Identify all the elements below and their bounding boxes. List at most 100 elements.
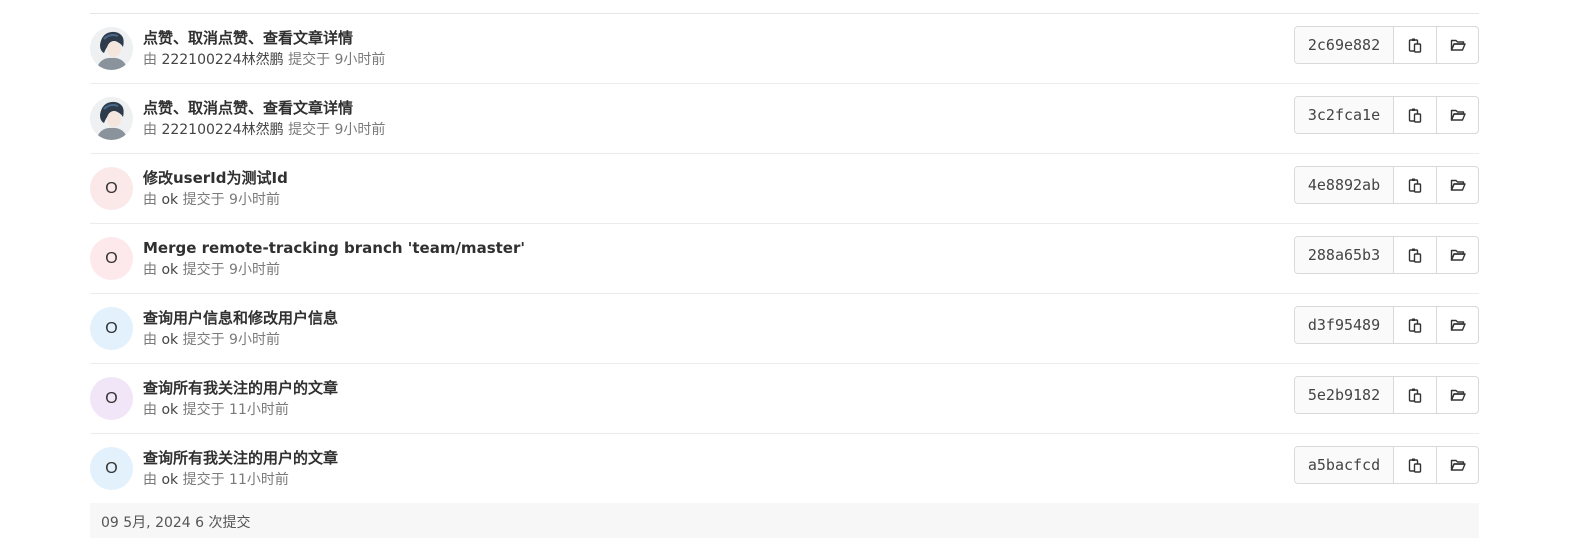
commit-meta: 由 222100224林然鹏 提交于 9小时前: [143, 50, 385, 70]
avatar[interactable]: O: [90, 447, 133, 490]
copy-icon: [1408, 248, 1422, 263]
commit-sha-button[interactable]: 4e8892ab: [1295, 167, 1394, 203]
browse-files-button[interactable]: [1436, 237, 1478, 273]
commit-actions: 4e8892ab: [1294, 166, 1479, 204]
copy-sha-button[interactable]: [1394, 97, 1436, 133]
by-label: 由: [143, 402, 157, 418]
commit-author[interactable]: ok: [161, 262, 178, 278]
commit-actions: 288a65b3: [1294, 236, 1479, 274]
user-avatar-photo: [90, 27, 133, 70]
commit-author[interactable]: ok: [161, 192, 178, 208]
commit-author[interactable]: ok: [161, 332, 178, 348]
copy-icon: [1408, 388, 1422, 403]
by-label: 由: [143, 262, 157, 278]
commit-time: 提交于 9小时前: [182, 332, 280, 348]
commit-author[interactable]: ok: [161, 472, 178, 488]
commit-row: 点赞、取消点赞、查看文章详情 由 222100224林然鹏 提交于 9小时前 2…: [90, 14, 1479, 84]
commit-actions: 5e2b9182: [1294, 376, 1479, 414]
copy-sha-button[interactable]: [1394, 237, 1436, 273]
user-avatar-photo: [90, 97, 133, 140]
commit-info: 查询用户信息和修改用户信息 由 ok 提交于 9小时前: [143, 308, 338, 350]
commit-title[interactable]: 修改userId为测试Id: [143, 168, 288, 188]
folder-open-icon: [1450, 179, 1466, 191]
commit-row: O 修改userId为测试Id 由 ok 提交于 9小时前 4e8892ab: [90, 154, 1479, 224]
by-label: 由: [143, 192, 157, 208]
by-label: 由: [143, 332, 157, 348]
commit-info: 查询所有我关注的用户的文章 由 ok 提交于 11小时前: [143, 378, 338, 420]
commit-sha-button[interactable]: 5e2b9182: [1295, 377, 1394, 413]
copy-sha-button[interactable]: [1394, 167, 1436, 203]
commit-time: 提交于 9小时前: [182, 192, 280, 208]
copy-sha-button[interactable]: [1394, 27, 1436, 63]
copy-sha-button[interactable]: [1394, 447, 1436, 483]
commit-title[interactable]: 查询所有我关注的用户的文章: [143, 378, 338, 398]
commit-actions: 3c2fca1e: [1294, 96, 1479, 134]
day-summary-label: 09 5月, 2024 6 次提交: [101, 515, 251, 531]
browse-files-button[interactable]: [1436, 97, 1478, 133]
commit-time: 提交于 11小时前: [182, 402, 289, 418]
commit-time: 提交于 9小时前: [288, 122, 386, 138]
commit-row: 点赞、取消点赞、查看文章详情 由 222100224林然鹏 提交于 9小时前 3…: [90, 84, 1479, 154]
browse-files-button[interactable]: [1436, 307, 1478, 343]
commit-meta: 由 ok 提交于 9小时前: [143, 190, 288, 210]
folder-open-icon: [1450, 109, 1466, 121]
copy-icon: [1408, 178, 1422, 193]
commit-row: O 查询用户信息和修改用户信息 由 ok 提交于 9小时前 d3f95489: [90, 294, 1479, 364]
commit-info: Merge remote-tracking branch 'team/maste…: [143, 238, 525, 280]
commit-sha-button[interactable]: 3c2fca1e: [1295, 97, 1394, 133]
commit-author[interactable]: 222100224林然鹏: [161, 122, 283, 138]
commit-meta: 由 ok 提交于 11小时前: [143, 400, 338, 420]
folder-open-icon: [1450, 249, 1466, 261]
copy-icon: [1408, 458, 1422, 473]
commit-time: 提交于 9小时前: [182, 262, 280, 278]
copy-icon: [1408, 108, 1422, 123]
avatar[interactable]: O: [90, 377, 133, 420]
commit-title[interactable]: 点赞、取消点赞、查看文章详情: [143, 98, 385, 118]
browse-files-button[interactable]: [1436, 27, 1478, 63]
commit-info: 修改userId为测试Id 由 ok 提交于 9小时前: [143, 168, 288, 210]
avatar[interactable]: O: [90, 307, 133, 350]
by-label: 由: [143, 122, 157, 138]
commit-row: O Merge remote-tracking branch 'team/mas…: [90, 224, 1479, 294]
commit-author[interactable]: 222100224林然鹏: [161, 52, 283, 68]
commit-meta: 由 ok 提交于 9小时前: [143, 330, 338, 350]
commit-title[interactable]: 查询所有我关注的用户的文章: [143, 448, 338, 468]
copy-sha-button[interactable]: [1394, 307, 1436, 343]
commit-title[interactable]: 点赞、取消点赞、查看文章详情: [143, 28, 385, 48]
commit-time: 提交于 11小时前: [182, 472, 289, 488]
browse-files-button[interactable]: [1436, 377, 1478, 413]
copy-icon: [1408, 318, 1422, 333]
commit-actions: a5bacfcd: [1294, 446, 1479, 484]
commit-title[interactable]: 查询用户信息和修改用户信息: [143, 308, 338, 328]
commit-sha-button[interactable]: d3f95489: [1295, 307, 1394, 343]
avatar[interactable]: [90, 27, 133, 70]
commit-info: 点赞、取消点赞、查看文章详情 由 222100224林然鹏 提交于 9小时前: [143, 98, 385, 140]
avatar[interactable]: O: [90, 167, 133, 210]
by-label: 由: [143, 52, 157, 68]
commit-info: 查询所有我关注的用户的文章 由 ok 提交于 11小时前: [143, 448, 338, 490]
commit-sha-button[interactable]: 288a65b3: [1295, 237, 1394, 273]
commit-author[interactable]: ok: [161, 402, 178, 418]
browse-files-button[interactable]: [1436, 447, 1478, 483]
commit-day-header: 09 5月, 2024 6 次提交: [90, 503, 1479, 538]
avatar[interactable]: O: [90, 237, 133, 280]
commit-list: 点赞、取消点赞、查看文章详情 由 222100224林然鹏 提交于 9小时前 2…: [90, 13, 1479, 504]
commit-meta: 由 ok 提交于 11小时前: [143, 470, 338, 490]
commit-actions: 2c69e882: [1294, 26, 1479, 64]
avatar[interactable]: [90, 97, 133, 140]
commit-meta: 由 ok 提交于 9小时前: [143, 260, 525, 280]
by-label: 由: [143, 472, 157, 488]
commit-actions: d3f95489: [1294, 306, 1479, 344]
copy-sha-button[interactable]: [1394, 377, 1436, 413]
browse-files-button[interactable]: [1436, 167, 1478, 203]
folder-open-icon: [1450, 389, 1466, 401]
commit-meta: 由 222100224林然鹏 提交于 9小时前: [143, 120, 385, 140]
commit-row: O 查询所有我关注的用户的文章 由 ok 提交于 11小时前 a5bacfcd: [90, 434, 1479, 504]
copy-icon: [1408, 38, 1422, 53]
commit-time: 提交于 9小时前: [288, 52, 386, 68]
commit-title[interactable]: Merge remote-tracking branch 'team/maste…: [143, 238, 525, 258]
commit-sha-button[interactable]: 2c69e882: [1295, 27, 1394, 63]
commit-sha-button[interactable]: a5bacfcd: [1295, 447, 1394, 483]
commit-row: O 查询所有我关注的用户的文章 由 ok 提交于 11小时前 5e2b9182: [90, 364, 1479, 434]
commit-info: 点赞、取消点赞、查看文章详情 由 222100224林然鹏 提交于 9小时前: [143, 28, 385, 70]
